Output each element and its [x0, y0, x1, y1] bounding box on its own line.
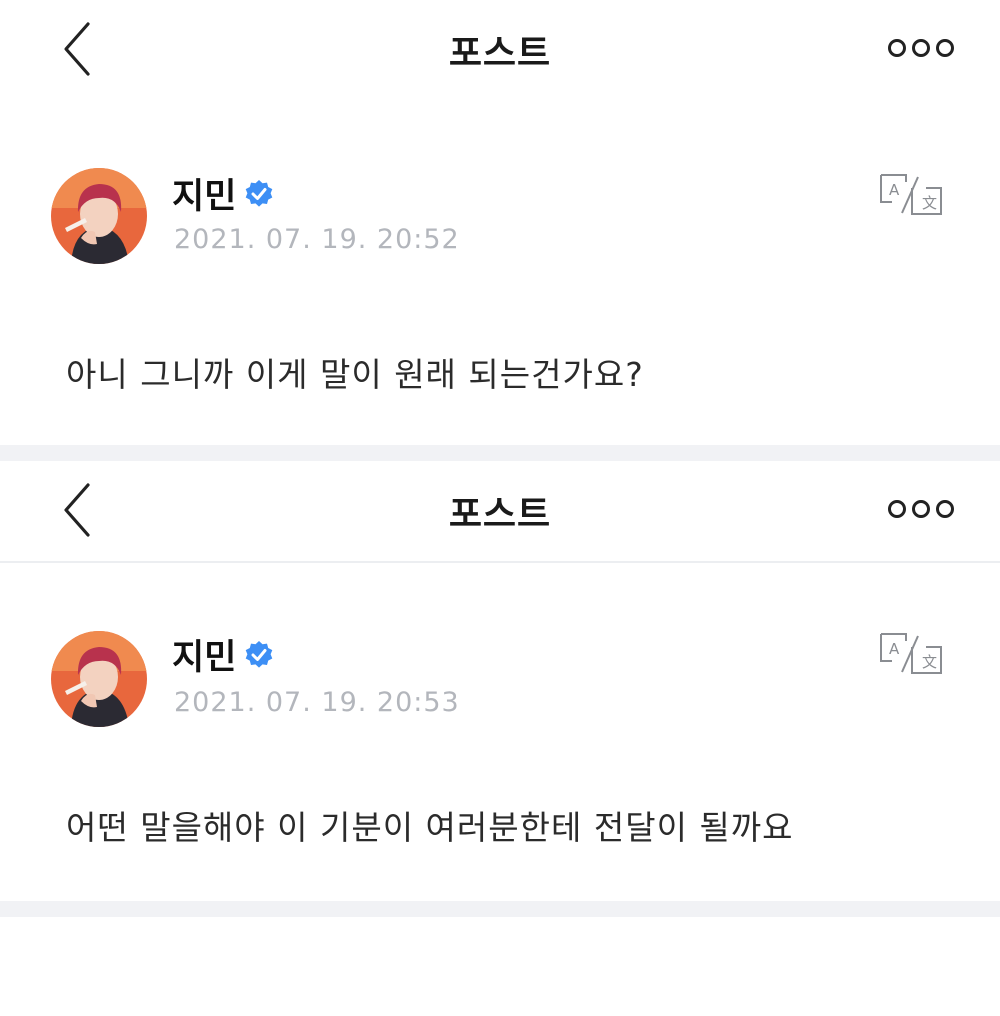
- translate-button[interactable]: A 文: [878, 172, 944, 218]
- more-dots-icon: [888, 500, 954, 518]
- svg-text:文: 文: [922, 653, 937, 671]
- page-title: 포스트: [448, 494, 552, 535]
- translate-button[interactable]: A 文: [878, 631, 944, 677]
- top-bar: 포스트: [0, 461, 1000, 563]
- verified-badge-icon: [244, 179, 274, 209]
- avatar[interactable]: [51, 631, 147, 727]
- more-options-button[interactable]: [886, 495, 956, 523]
- post-content: 아니 그니까 이게 말이 원래 되는건가요?: [66, 355, 644, 394]
- svg-text:文: 文: [922, 194, 937, 212]
- verified-badge-icon: [244, 640, 274, 670]
- translate-icon: A 文: [880, 633, 942, 674]
- screenshot-collage: 포스트 지민 2021. 07. 19. 20:52 A 文 아니 그니까 이게…: [0, 0, 1000, 1016]
- post-timestamp: 2021. 07. 19. 20:53: [174, 687, 460, 718]
- author-row: 지민: [172, 168, 274, 217]
- post-screen-2: 포스트 지민 2021. 07. 19. 20:53 A 文 어떤 말을해야 이…: [0, 461, 1000, 901]
- svg-text:A: A: [889, 181, 900, 199]
- back-button[interactable]: [58, 20, 98, 78]
- top-bar: 포스트: [0, 0, 1000, 100]
- author-name[interactable]: 지민: [172, 177, 236, 217]
- chevron-left-icon: [64, 483, 90, 537]
- section-separator: [0, 901, 1000, 917]
- author-name[interactable]: 지민: [172, 638, 236, 678]
- back-button[interactable]: [58, 481, 98, 539]
- profile-photo: [51, 168, 147, 264]
- section-separator: [0, 445, 1000, 461]
- svg-text:A: A: [889, 640, 900, 658]
- author-row: 지민: [172, 629, 274, 678]
- profile-photo: [51, 631, 147, 727]
- chevron-left-icon: [64, 22, 90, 76]
- avatar[interactable]: [51, 168, 147, 264]
- next-section-blank: [0, 917, 1000, 1016]
- page-title: 포스트: [448, 33, 552, 74]
- translate-icon: A 文: [880, 174, 942, 215]
- post-timestamp: 2021. 07. 19. 20:52: [174, 224, 460, 255]
- post-content: 어떤 말을해야 이 기분이 여러분한테 전달이 될까요: [66, 808, 794, 847]
- more-dots-icon: [888, 39, 954, 57]
- more-options-button[interactable]: [886, 34, 956, 62]
- post-screen-1: 포스트 지민 2021. 07. 19. 20:52 A 文 아니 그니까 이게…: [0, 0, 1000, 445]
